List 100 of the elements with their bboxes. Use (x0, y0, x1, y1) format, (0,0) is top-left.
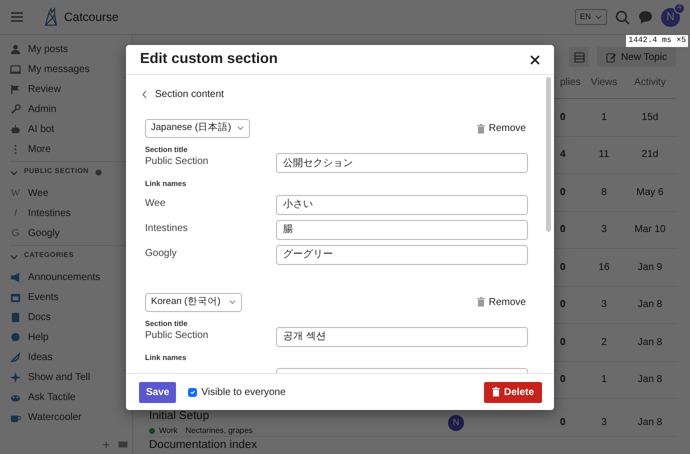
topic-title[interactable]: Documentation index (149, 436, 258, 454)
activity-date: 21d (640, 148, 660, 162)
replies-count: 4 (559, 148, 567, 162)
language-select[interactable]: Korean (한국어) (145, 292, 242, 312)
sidebar-link[interactable]: My messages (28, 62, 90, 76)
sidebar-link[interactable]: Watercooler (28, 410, 82, 424)
column-header[interactable]: Views (584, 75, 624, 90)
text-field[interactable]: グーグリー (276, 244, 528, 264)
sidebar-link[interactable]: Admin (28, 102, 56, 116)
category-link[interactable]: Work (159, 425, 178, 438)
book-icon (10, 312, 21, 322)
keyboard-icon[interactable] (118, 440, 128, 450)
column-header[interactable]: plies (560, 77, 581, 88)
remove-button[interactable]: Remove (476, 121, 526, 136)
pencil-square-icon (606, 52, 618, 62)
calendar-icon (10, 292, 21, 302)
views-count: 1 (600, 110, 608, 125)
views-count: 3 (600, 223, 608, 238)
field-label: Public Section (145, 328, 210, 343)
chat-bubble-icon[interactable] (638, 10, 653, 24)
speech-bubble-icon (10, 332, 21, 342)
caret-icon (237, 125, 244, 132)
activity-date: Jan 8 (636, 298, 664, 312)
list-view-button[interactable] (569, 47, 590, 67)
replies-count: 0 (559, 110, 567, 125)
replies-count: 0 (559, 298, 567, 312)
field-label: Intestines (145, 222, 189, 236)
topic-title[interactable]: Initial Setup (149, 408, 253, 426)
field-label: Wee (145, 196, 166, 210)
caret-icon (229, 298, 236, 306)
delete-button[interactable]: Delete (484, 382, 542, 402)
sparkle-icon (10, 372, 21, 382)
trash-icon (476, 124, 485, 134)
text-field[interactable]: 公開セクション (276, 153, 528, 174)
laptop-icon (10, 64, 21, 74)
replies-count: 0 (559, 416, 567, 430)
field-label: Public Section (145, 155, 210, 170)
views-count: 3 (600, 416, 608, 430)
views-count: 16 (597, 260, 611, 275)
chevron-icon[interactable] (10, 168, 18, 176)
modal-title: Edit custom section (140, 50, 278, 69)
sidebar-link[interactable]: More (28, 142, 51, 156)
trash-icon (476, 297, 485, 307)
menu-icon[interactable] (10, 10, 24, 24)
debug-timing: 1442.4 ms ×5 (626, 35, 688, 47)
sidebar-link[interactable]: AI bot (28, 122, 54, 136)
replies-count: 0 (559, 186, 567, 200)
language-select[interactable]: Japanese (日本語) (145, 119, 250, 138)
wrench-icon (10, 104, 21, 114)
sidebar-link[interactable]: Ask Tactile (28, 390, 76, 404)
sidebar-link[interactable]: Review (28, 82, 61, 96)
sidebar-link[interactable]: Announcements (28, 270, 100, 284)
new-topic-button[interactable]: New Topic (597, 47, 676, 67)
visibility-checkbox[interactable] (188, 388, 198, 396)
views-count: 11 (598, 148, 610, 162)
add-button[interactable]: + (102, 435, 110, 454)
save-button[interactable]: Save (139, 382, 176, 402)
column-header[interactable]: Activity (624, 75, 676, 90)
robot-icon (10, 124, 21, 134)
sidebar-link[interactable]: My posts (28, 42, 68, 56)
text-field[interactable]: 腸 (276, 220, 528, 240)
sidebar-link[interactable]: Show and Tell (28, 370, 90, 384)
field-label: Googly (145, 246, 178, 260)
back-link[interactable]: Section content (155, 86, 224, 102)
sidebar-link[interactable]: Events (28, 290, 59, 304)
replies-count: 0 (559, 373, 567, 388)
text-field[interactable]: 공개 섹션 (276, 326, 528, 347)
views-count: 2 (600, 336, 608, 350)
scrollbar-thumb[interactable] (546, 77, 551, 232)
sidebar-link[interactable]: Wee (28, 186, 48, 200)
activity-date: Jan 8 (636, 416, 664, 430)
replies-count: 0 (559, 260, 567, 275)
sidebar-link[interactable]: Ideas (28, 350, 52, 364)
replies-count: 0 (559, 336, 567, 350)
activity-date: 15d (640, 110, 660, 125)
activity-date: Jan 8 (636, 373, 664, 388)
user-avatar[interactable]: N (661, 8, 680, 26)
search-icon[interactable] (615, 10, 630, 24)
views-count: 3 (600, 298, 608, 312)
back-chevron-icon[interactable] (141, 90, 147, 98)
chevron-icon[interactable] (10, 252, 18, 260)
activity-date: Jan 9 (636, 260, 664, 275)
sidebar-link[interactable]: Docs (28, 310, 51, 324)
close-icon[interactable] (530, 54, 540, 64)
trash-icon (492, 387, 500, 397)
list-icon (574, 52, 585, 62)
sidebar-link[interactable]: Googly (28, 226, 60, 240)
site-name[interactable]: Catcourse (64, 8, 119, 26)
activity-date: Mar 10 (633, 223, 667, 238)
checkbox-label: Visible to everyone (201, 386, 286, 400)
topic-tags[interactable]: Nectarines, grapes (186, 425, 253, 438)
sidebar-link[interactable]: Intestines (28, 206, 71, 220)
flag-icon (10, 84, 21, 94)
person-icon (10, 44, 21, 54)
remove-button[interactable]: Remove (476, 294, 526, 310)
poster-avatar[interactable]: N (448, 414, 464, 430)
text-field[interactable]: 小さい (276, 194, 528, 214)
views-count: 8 (600, 186, 608, 200)
sidebar-link[interactable]: Help (28, 330, 49, 344)
language-dropdown[interactable]: EN (574, 9, 607, 25)
